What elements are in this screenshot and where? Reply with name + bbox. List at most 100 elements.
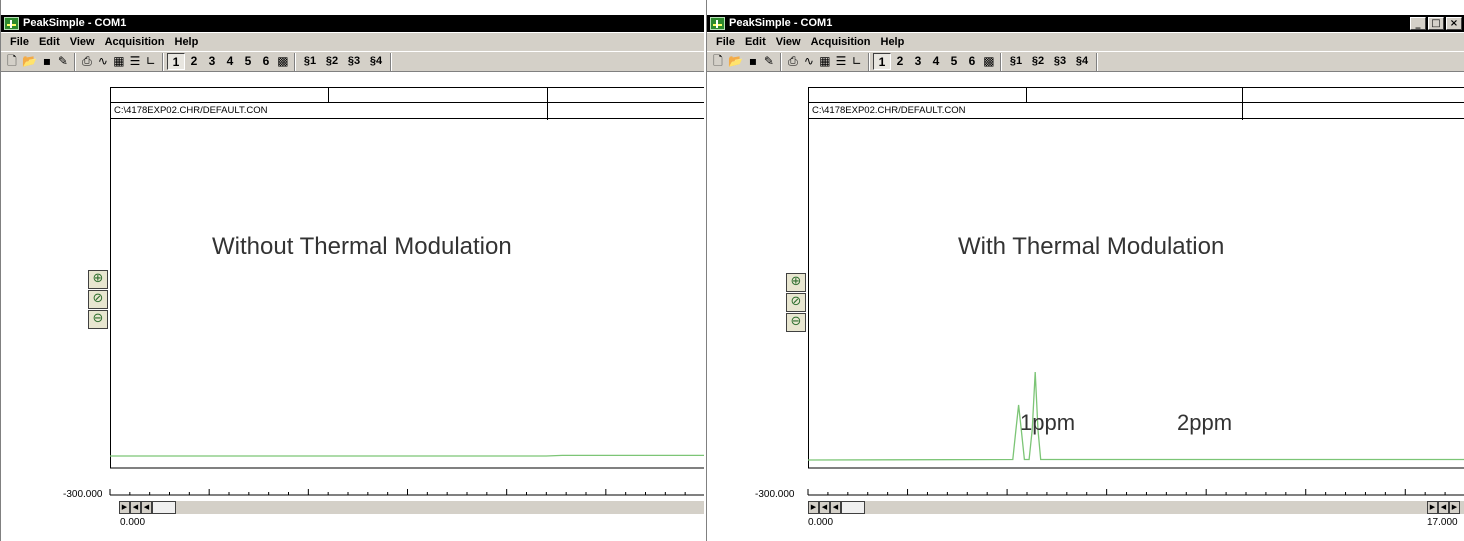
window-title: PeakSimple - COM1	[23, 17, 127, 29]
menu-help[interactable]: Help	[170, 33, 204, 51]
group-3-button[interactable]: §3	[343, 53, 365, 70]
component-list-icon[interactable]: ☰	[127, 53, 143, 70]
toolbar-separator	[293, 52, 296, 71]
chromatogram-trace	[807, 371, 1464, 461]
channel-3-button[interactable]: 3	[203, 53, 221, 70]
channel-5-button[interactable]: 5	[239, 53, 257, 70]
toolbar-separator	[1095, 52, 1098, 71]
scroll-right-icon[interactable]: ▶	[808, 501, 819, 514]
group-4-button[interactable]: §4	[365, 53, 387, 70]
save-icon[interactable]: ▪	[745, 53, 761, 70]
integration-icon[interactable]: ∿	[95, 53, 111, 70]
scroll-right-icon[interactable]: ▶	[119, 501, 130, 514]
x-start-label: 0.000	[120, 517, 146, 528]
maximize-icon[interactable]: □	[1428, 17, 1444, 30]
scroll-left-icon[interactable]: ◀	[819, 501, 830, 514]
zoom-out-icon[interactable]: ⊖	[88, 310, 108, 329]
group-1-button[interactable]: §1	[299, 53, 321, 70]
integration-icon[interactable]: ∿	[801, 53, 817, 70]
minimize-icon[interactable]: _	[1410, 17, 1426, 30]
plot-area[interactable]: C:\4178EXP02.CHR/DEFAULT.CON ⊕ ⊘ ⊖ With …	[707, 73, 1464, 541]
toolbar: 🗋 📂 ▪ ✎ ⎙ ∿ ▦ ☰ ∟ 1 2 3 4 5 6 ▩ §1 §2 §3…	[707, 51, 1464, 72]
scroll-left-icon[interactable]: ◀	[141, 501, 152, 514]
zoom-in-icon[interactable]: ⊕	[88, 270, 108, 289]
peaksimple-app-icon[interactable]	[4, 17, 19, 30]
component-list-icon[interactable]: ☰	[833, 53, 849, 70]
channel-2-button[interactable]: 2	[891, 53, 909, 70]
open-folder-icon[interactable]: 📂	[726, 53, 745, 70]
overlay-icon[interactable]: ▩	[981, 53, 997, 70]
save-icon[interactable]: ▪	[39, 53, 55, 70]
menu-file[interactable]: File	[5, 33, 34, 51]
channel-4-button[interactable]: 4	[221, 53, 239, 70]
x-axis-ticks	[807, 489, 1446, 495]
menu-bar: File Edit View Acquisition Help	[1, 33, 704, 51]
menu-file[interactable]: File	[711, 33, 740, 51]
toolbar: 🗋 📂 ▪ ✎ ⎙ ∿ ▦ ☰ ∟ 1 2 3 4 5 6 ▩ §1 §2 §3…	[1, 51, 704, 72]
title-bar[interactable]: PeakSimple - COM1	[1, 15, 704, 32]
print-icon[interactable]: ⎙	[785, 53, 801, 70]
toolbar-separator	[73, 52, 76, 71]
right-window: PeakSimple - COM1 _ □ × File Edit View A…	[706, 0, 1464, 541]
x-axis-ticks	[109, 489, 686, 495]
menu-bar: File Edit View Acquisition Help	[707, 33, 1464, 51]
chart-annotation: With Thermal Modulation	[958, 233, 1225, 260]
y-min-label: -300.000	[755, 489, 795, 500]
zoom-reset-icon[interactable]: ⊘	[88, 290, 108, 309]
menu-help[interactable]: Help	[876, 33, 910, 51]
group-2-button[interactable]: §2	[1027, 53, 1049, 70]
group-2-button[interactable]: §2	[321, 53, 343, 70]
channel-2-button[interactable]: 2	[185, 53, 203, 70]
menu-view[interactable]: View	[771, 33, 806, 51]
menu-acquisition[interactable]: Acquisition	[806, 33, 876, 51]
scroll-thumb[interactable]	[152, 501, 176, 514]
scroll-right-icon[interactable]: ▶	[1427, 501, 1438, 514]
scroll-right-icon[interactable]: ▶	[1449, 501, 1460, 514]
open-folder-icon[interactable]: 📂	[20, 53, 39, 70]
title-bar[interactable]: PeakSimple - COM1 _ □ ×	[707, 15, 1464, 32]
menu-edit[interactable]: Edit	[740, 33, 771, 51]
menu-edit[interactable]: Edit	[34, 33, 65, 51]
channel-1-button[interactable]: 1	[166, 53, 185, 70]
group-3-button[interactable]: §3	[1049, 53, 1071, 70]
channel-4-button[interactable]: 4	[927, 53, 945, 70]
scroll-left-icon[interactable]: ◀	[1438, 501, 1449, 514]
channel-5-button[interactable]: 5	[945, 53, 963, 70]
channel-6-button[interactable]: 6	[963, 53, 981, 70]
peak-label-2ppm: 2ppm	[1177, 410, 1233, 435]
axis-icon[interactable]: ∟	[143, 53, 159, 70]
print-icon[interactable]: ⎙	[79, 53, 95, 70]
postit-icon[interactable]: ✎	[55, 53, 71, 70]
x-start-label: 0.000	[808, 517, 834, 528]
group-4-button[interactable]: §4	[1071, 53, 1093, 70]
zoom-reset-icon[interactable]: ⊘	[786, 293, 806, 312]
group-1-button[interactable]: §1	[1005, 53, 1027, 70]
channel-1-button[interactable]: 1	[872, 53, 891, 70]
channel-6-button[interactable]: 6	[257, 53, 275, 70]
menu-acquisition[interactable]: Acquisition	[100, 33, 170, 51]
toolbar-separator	[779, 52, 782, 71]
menu-view[interactable]: View	[65, 33, 100, 51]
channel-3-button[interactable]: 3	[909, 53, 927, 70]
close-icon[interactable]: ×	[1446, 17, 1462, 30]
postit-icon[interactable]: ✎	[761, 53, 777, 70]
scroll-left-icon[interactable]: ◀	[130, 501, 141, 514]
zoom-in-icon[interactable]: ⊕	[786, 273, 806, 292]
new-file-icon[interactable]: 🗋	[710, 53, 726, 70]
scroll-thumb[interactable]	[841, 501, 865, 514]
chart-annotation: Without Thermal Modulation	[212, 233, 512, 260]
peaksimple-app-icon[interactable]	[710, 17, 725, 30]
left-window: PeakSimple - COM1 File Edit View Acquisi…	[0, 0, 704, 541]
horizontal-scrollbar[interactable]: ▶ ◀ ◀ ▶ ◀ ▶	[808, 501, 1464, 514]
overlay-icon[interactable]: ▩	[275, 53, 291, 70]
scroll-left-icon[interactable]: ◀	[830, 501, 841, 514]
toolbar-separator	[389, 52, 392, 71]
axis-icon[interactable]: ∟	[849, 53, 865, 70]
new-file-icon[interactable]: 🗋	[4, 53, 20, 70]
y-min-label: -300.000	[63, 489, 103, 500]
results-table-icon[interactable]: ▦	[817, 53, 833, 70]
plot-area[interactable]: C:\4178EXP02.CHR/DEFAULT.CON ⊕ ⊘ ⊖ Witho…	[1, 73, 704, 541]
zoom-out-icon[interactable]: ⊖	[786, 313, 806, 332]
horizontal-scrollbar[interactable]: ▶ ◀ ◀	[119, 501, 704, 514]
results-table-icon[interactable]: ▦	[111, 53, 127, 70]
